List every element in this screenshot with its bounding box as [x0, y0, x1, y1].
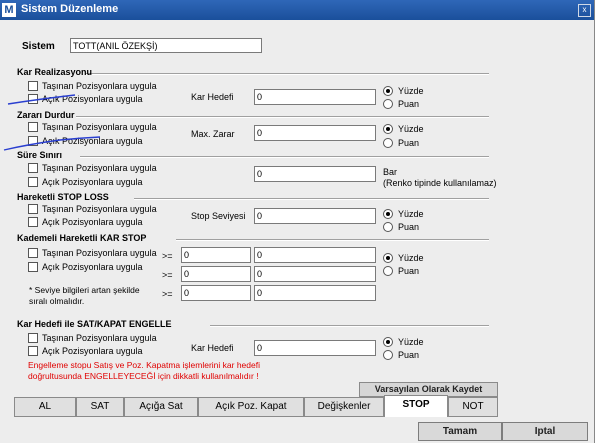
annotation-strokes: [3, 94, 101, 151]
